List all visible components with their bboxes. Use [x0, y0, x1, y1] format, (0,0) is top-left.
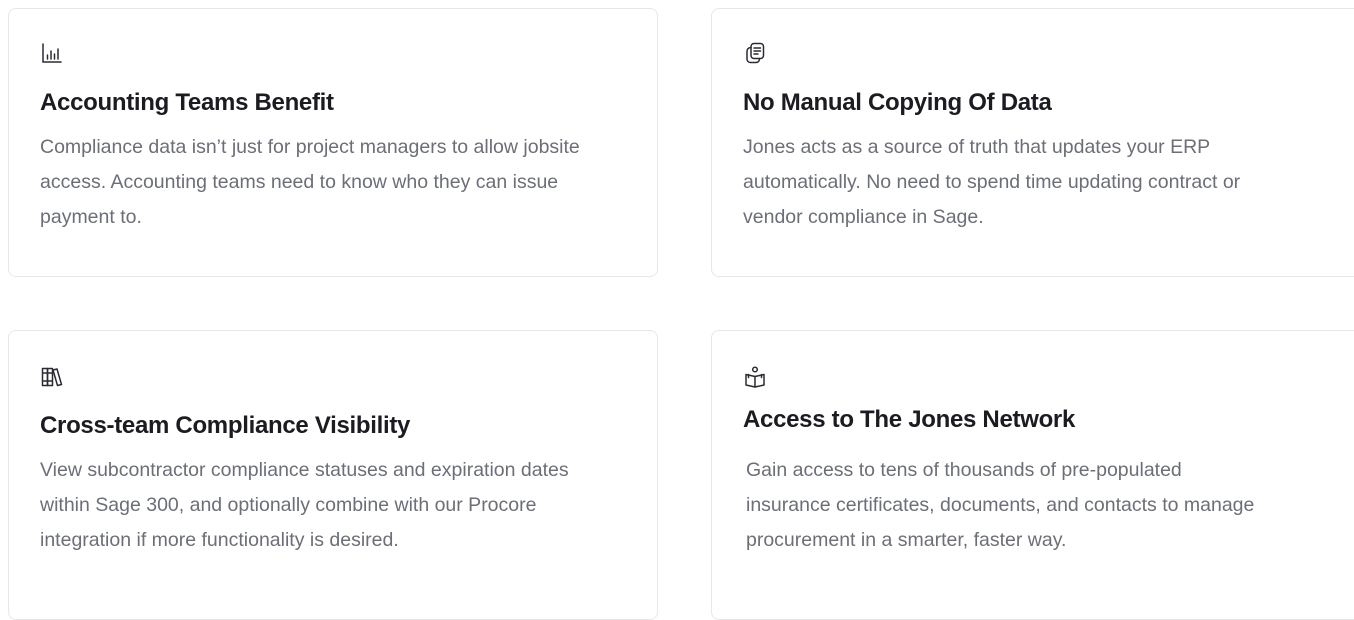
card-description: View subcontractor compliance statuses a…	[40, 459, 569, 551]
feature-card-jones-network: Access to The Jones Network Gain access …	[711, 330, 1354, 620]
document-stack-icon	[743, 41, 767, 65]
card-title: Accounting Teams Benefit	[40, 89, 334, 116]
feature-card-cross-team-visibility: Cross-team Compliance Visibility View su…	[8, 330, 658, 620]
bar-chart-icon	[40, 41, 64, 65]
feature-card-accounting-teams: Accounting Teams Benefit Compliance data…	[8, 8, 658, 277]
person-reading-icon	[743, 365, 767, 389]
card-title: Access to The Jones Network	[743, 406, 1076, 433]
card-description: Compliance data isn’t just for project m…	[40, 136, 580, 228]
card-title: No Manual Copying Of Data	[743, 89, 1052, 116]
books-icon	[40, 365, 64, 389]
card-title: Cross-team Compliance Visibility	[40, 412, 411, 439]
feature-card-no-manual-copying: No Manual Copying Of Data Jones acts as …	[711, 8, 1354, 277]
card-description: Jones acts as a source of truth that upd…	[743, 136, 1241, 228]
card-description: Gain access to tens of thousands of pre-…	[746, 459, 1255, 551]
